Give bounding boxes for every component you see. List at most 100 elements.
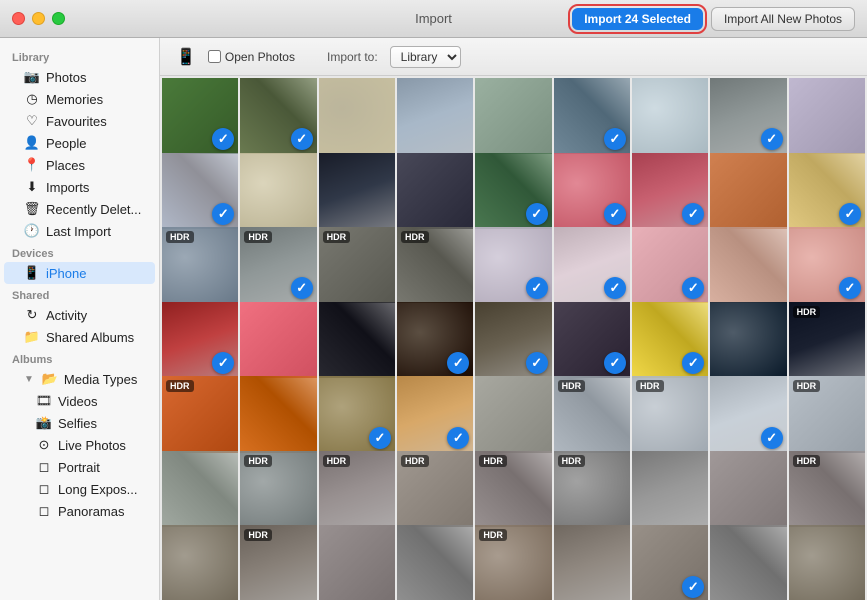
photo-cell[interactable]: HDR — [319, 227, 395, 303]
sidebar-item-portrait[interactable]: ◻ Portrait — [4, 456, 155, 478]
hdr-badge: HDR — [558, 380, 586, 392]
photo-cell[interactable] — [240, 376, 316, 452]
photo-cell[interactable]: ✓ — [162, 302, 238, 378]
photo-cell[interactable]: ✓ — [475, 302, 551, 378]
photo-cell[interactable]: HDR — [162, 227, 238, 303]
photo-cell[interactable]: HDR — [240, 525, 316, 600]
hdr-badge: HDR — [793, 455, 821, 467]
photo-cell[interactable]: ✓ — [632, 227, 708, 303]
photo-cell[interactable]: HDR — [789, 302, 865, 378]
photo-cell[interactable]: ✓ — [319, 376, 395, 452]
photo-cell[interactable]: HDR — [240, 451, 316, 527]
sidebar-item-last-import[interactable]: 🕐 Last Import — [4, 220, 155, 242]
photo-cell[interactable] — [240, 302, 316, 378]
photo-cell[interactable]: HDR — [632, 376, 708, 452]
sidebar-item-panoramas[interactable]: ◻ Panoramas — [4, 500, 155, 522]
photo-cell[interactable]: HDR — [554, 376, 630, 452]
import-to-select[interactable]: Library — [390, 46, 461, 68]
minimize-button[interactable] — [32, 12, 45, 25]
photo-cell[interactable]: ✓ — [632, 153, 708, 229]
people-icon: 👤 — [24, 135, 40, 151]
import-to-label: Import to: — [327, 50, 378, 64]
import-all-button[interactable]: Import All New Photos — [711, 7, 855, 31]
photos-icon: 📷 — [24, 69, 40, 85]
photo-cell[interactable]: HDR — [789, 451, 865, 527]
sidebar-item-selfies[interactable]: 📸 Selfies — [4, 412, 155, 434]
sidebar-item-live-photos[interactable]: ⊙ Live Photos — [4, 434, 155, 456]
sidebar-item-shared-albums[interactable]: 📁 Shared Albums — [4, 326, 155, 348]
photo-cell[interactable] — [632, 451, 708, 527]
photo-cell[interactable] — [475, 376, 551, 452]
photo-cell[interactable] — [319, 302, 395, 378]
photo-cell[interactable]: ✓ — [710, 376, 786, 452]
photo-cell[interactable] — [710, 302, 786, 378]
photo-cell[interactable]: ✓ — [397, 302, 473, 378]
photo-cell[interactable]: HDR✓ — [240, 227, 316, 303]
sidebar-item-memories[interactable]: ◷ Memories — [4, 88, 155, 110]
hdr-badge: HDR — [793, 380, 821, 392]
photo-cell[interactable]: ✓ — [475, 153, 551, 229]
photo-cell[interactable] — [162, 451, 238, 527]
sidebar-item-activity[interactable]: ↻ Activity — [4, 304, 155, 326]
sidebar-item-photos[interactable]: 📷 Photos — [4, 66, 155, 88]
photo-cell[interactable]: ✓ — [632, 302, 708, 378]
photo-cell[interactable] — [789, 78, 865, 154]
photo-cell[interactable] — [632, 78, 708, 154]
sidebar-item-favourites[interactable]: ♡ Favourites — [4, 110, 155, 132]
photo-cell[interactable]: ✓ — [632, 525, 708, 600]
close-button[interactable] — [12, 12, 25, 25]
photo-cell[interactable] — [319, 525, 395, 600]
photo-cell[interactable]: HDR — [319, 451, 395, 527]
photo-cell[interactable]: ✓ — [789, 153, 865, 229]
photo-cell[interactable]: HDR — [162, 376, 238, 452]
window-title-text: Import — [415, 11, 452, 26]
open-photos-label[interactable]: Open Photos — [208, 50, 295, 64]
sidebar-item-places[interactable]: 📍 Places — [4, 154, 155, 176]
photo-cell[interactable]: ✓ — [162, 153, 238, 229]
sidebar-item-recently-deleted[interactable]: 🗑 Recently Delet... — [4, 198, 155, 220]
long-exposure-icon: ◻ — [36, 481, 52, 497]
sidebar-item-imports[interactable]: ⬇ Imports — [4, 176, 155, 198]
photo-cell[interactable] — [475, 78, 551, 154]
photo-cell[interactable] — [319, 153, 395, 229]
photo-cell[interactable]: ✓ — [475, 227, 551, 303]
photo-cell[interactable]: HDR — [397, 227, 473, 303]
sidebar-last-import-label: Last Import — [46, 224, 111, 239]
sidebar-item-media-types[interactable]: ▼ 📂 Media Types — [4, 368, 155, 390]
photo-cell[interactable] — [397, 78, 473, 154]
photo-cell[interactable] — [710, 227, 786, 303]
photo-cell[interactable]: HDR — [789, 376, 865, 452]
maximize-button[interactable] — [52, 12, 65, 25]
photo-cell[interactable]: HDR — [397, 451, 473, 527]
photo-cell[interactable] — [319, 78, 395, 154]
photo-cell[interactable] — [240, 153, 316, 229]
photo-cell[interactable]: ✓ — [710, 78, 786, 154]
photo-cell[interactable] — [162, 525, 238, 600]
sidebar-item-long-exposure[interactable]: ◻ Long Expos... — [4, 478, 155, 500]
photo-cell[interactable]: ✓ — [554, 78, 630, 154]
photo-cell[interactable] — [710, 451, 786, 527]
photo-cell[interactable] — [789, 525, 865, 600]
photo-cell[interactable]: HDR — [554, 451, 630, 527]
photo-cell[interactable]: ✓ — [789, 227, 865, 303]
sidebar-item-videos[interactable]: 🎞 Videos — [4, 390, 155, 412]
photo-cell[interactable]: ✓ — [240, 78, 316, 154]
photo-cell[interactable]: ✓ — [554, 302, 630, 378]
photo-cell[interactable]: ✓ — [554, 153, 630, 229]
photo-cell[interactable]: HDR — [475, 451, 551, 527]
import-selected-button[interactable]: Import 24 Selected — [572, 8, 703, 30]
photo-cell[interactable] — [710, 525, 786, 600]
photo-cell[interactable] — [397, 153, 473, 229]
photo-cell[interactable] — [397, 525, 473, 600]
open-photos-checkbox[interactable] — [208, 50, 221, 63]
photo-cell[interactable] — [554, 525, 630, 600]
sidebar-item-iphone[interactable]: 📱 iPhone — [4, 262, 155, 284]
photo-cell[interactable]: HDR — [475, 525, 551, 600]
photo-cell[interactable] — [710, 153, 786, 229]
photo-cell[interactable]: ✓ — [162, 78, 238, 154]
live-photos-icon: ⊙ — [36, 437, 52, 453]
hdr-badge: HDR — [166, 231, 194, 243]
photo-cell[interactable]: ✓ — [397, 376, 473, 452]
photo-cell[interactable]: ✓ — [554, 227, 630, 303]
sidebar-item-people[interactable]: 👤 People — [4, 132, 155, 154]
